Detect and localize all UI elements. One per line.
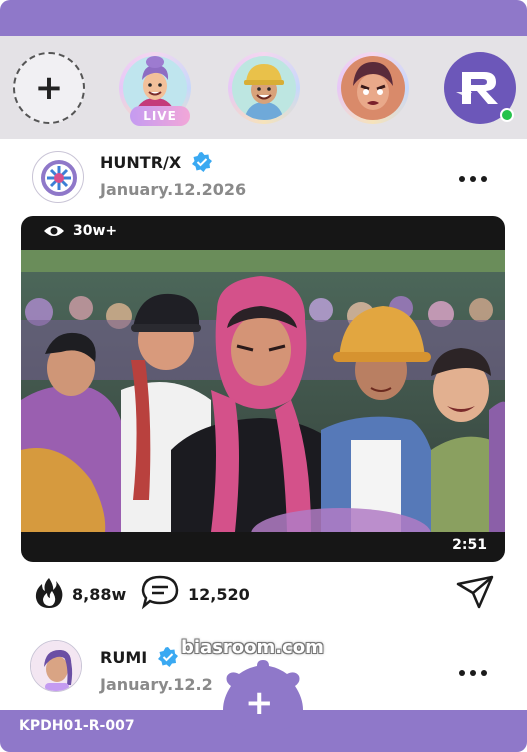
add-story-button[interactable]: +: [13, 52, 85, 124]
online-status-dot: [500, 108, 514, 122]
more-icon: [470, 176, 476, 182]
plus-icon: +: [34, 68, 64, 108]
post-date: January.12.2026: [100, 180, 247, 199]
card-frame: + LIVE HUNTR/X January.12.2026 30w+ 2:51…: [0, 0, 527, 752]
avatar: [232, 56, 296, 120]
more-icon: [459, 670, 465, 676]
story-avatar[interactable]: [228, 52, 300, 124]
more-icon: [481, 670, 487, 676]
more-options-button[interactable]: [459, 176, 487, 182]
serial-code: KPDH01-R-007: [19, 718, 135, 734]
comments-count: 12,520: [188, 585, 250, 604]
more-options-button[interactable]: [459, 670, 487, 676]
more-icon: [459, 176, 465, 182]
post-author-avatar[interactable]: [32, 151, 84, 203]
post-author-avatar[interactable]: [30, 640, 82, 692]
view-count: 30w+: [43, 223, 117, 239]
fire-icon[interactable]: [34, 576, 64, 610]
post-author-name[interactable]: HUNTR/X: [100, 153, 181, 172]
avatar: [341, 56, 405, 120]
video-duration: 2:51: [452, 537, 487, 553]
send-icon[interactable]: [455, 574, 495, 610]
verified-icon: [192, 152, 212, 172]
more-icon: [481, 176, 487, 182]
watermark: biasroom.com: [181, 637, 324, 658]
live-badge: LIVE: [130, 106, 190, 126]
video-player[interactable]: 30w+ 2:51: [21, 216, 505, 562]
chat-icon[interactable]: [140, 574, 180, 610]
more-icon: [470, 670, 476, 676]
plus-icon: +: [245, 683, 274, 723]
post-date: January.12.2: [100, 675, 213, 694]
story-avatar[interactable]: [337, 52, 409, 124]
likes-count: 8,88w: [72, 585, 127, 604]
post-author-name[interactable]: RUMI: [100, 648, 147, 667]
video-thumbnail: [21, 250, 505, 532]
eye-icon: [44, 226, 64, 236]
top-band: [0, 0, 527, 36]
views-label: 30w+: [73, 223, 118, 239]
verified-icon: [158, 647, 178, 667]
